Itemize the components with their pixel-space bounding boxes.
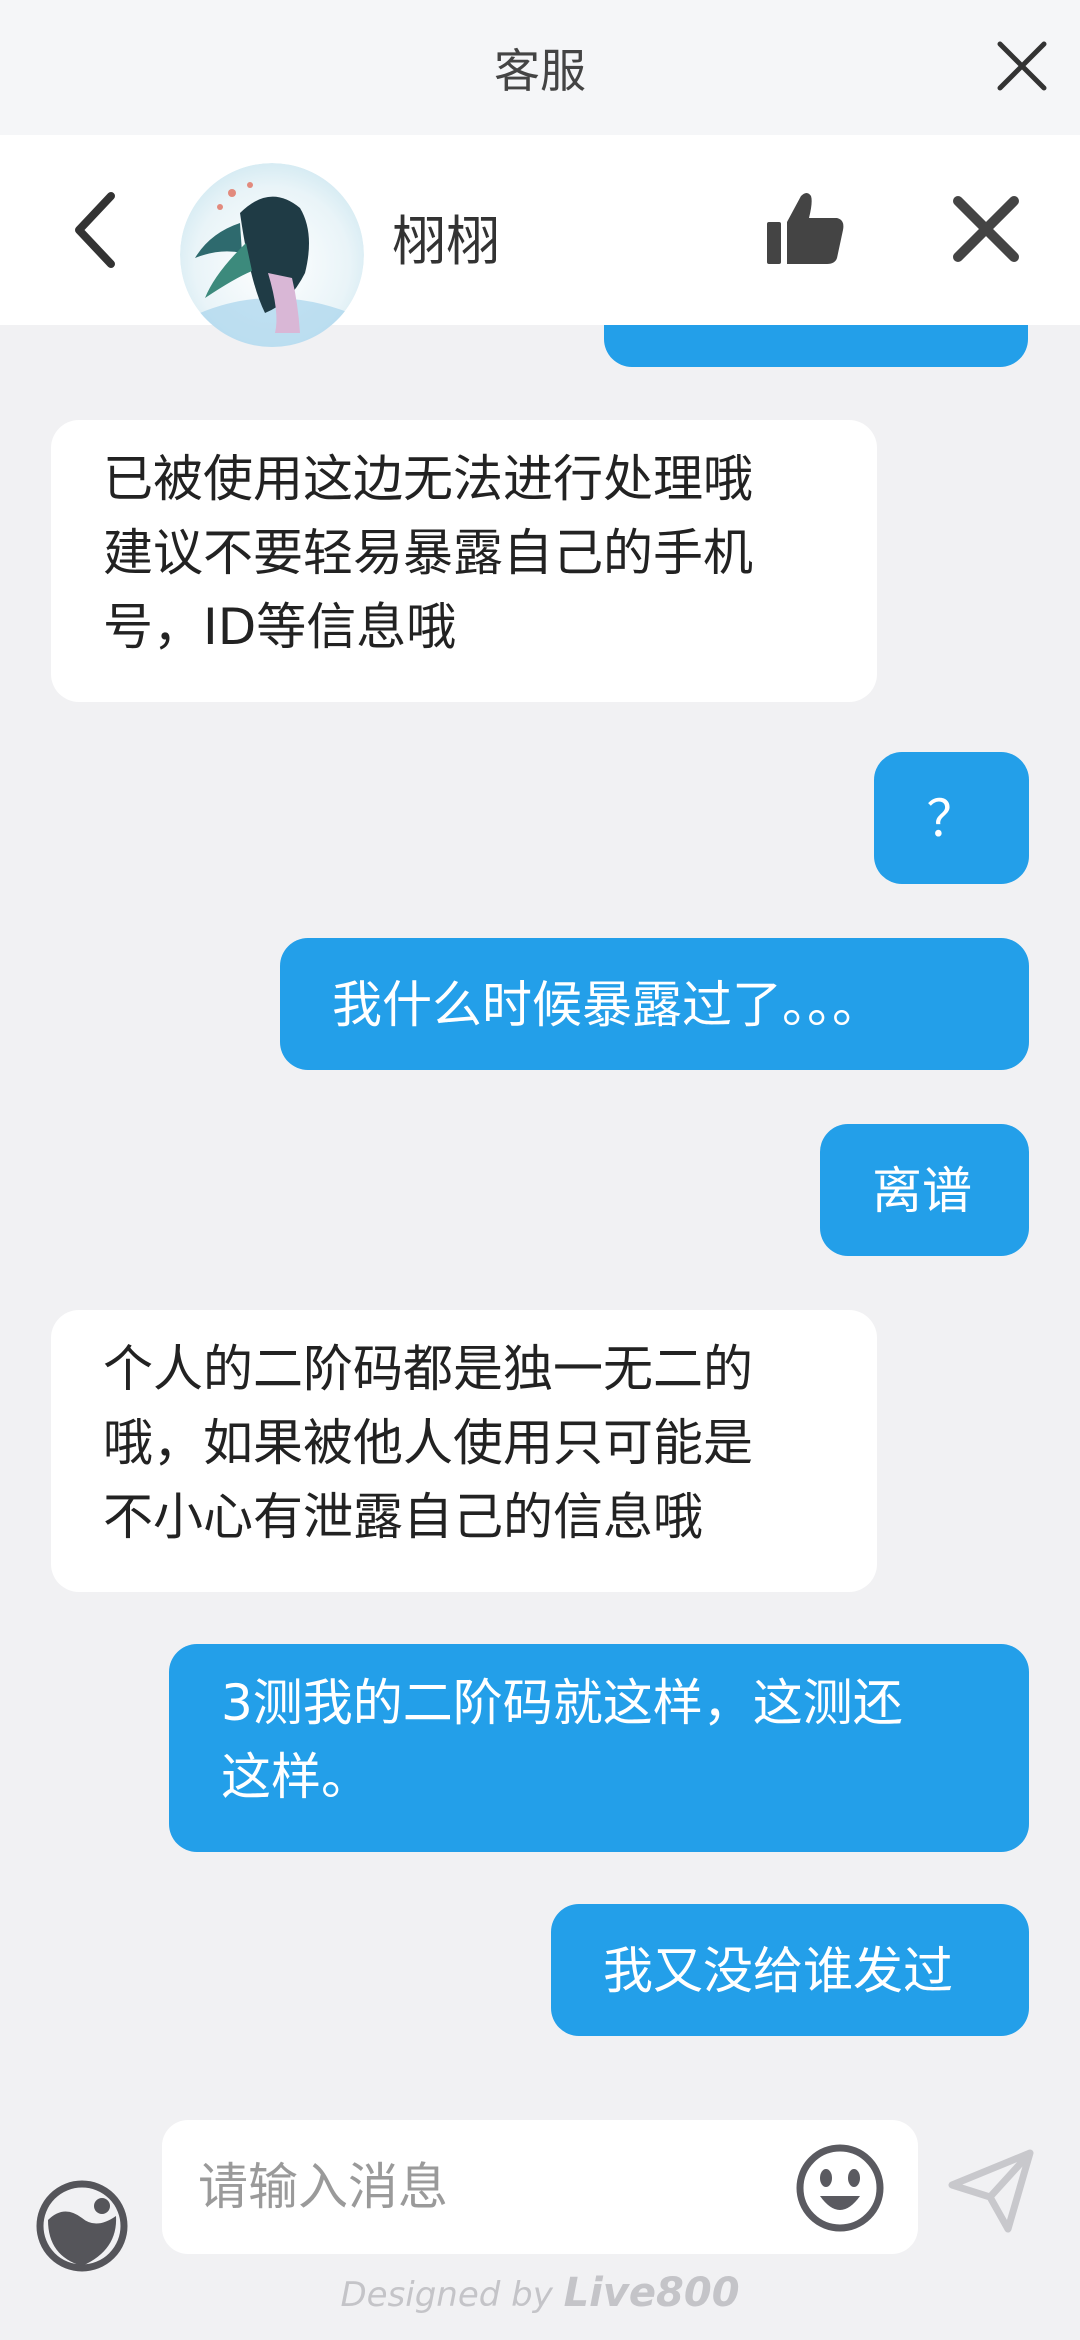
message-text: 个人的二阶码都是独一无二的 哦，如果被他人使用只可能是 不小心有泄露自己的信息哦 <box>103 1340 753 1546</box>
end-chat-button[interactable] <box>944 187 1028 271</box>
message-text: 离谱 <box>872 1162 972 1220</box>
message-bubble-incoming: 个人的二阶码都是独一无二的 哦，如果被他人使用只可能是 不小心有泄露自己的信息哦 <box>51 1310 877 1592</box>
top-bar: 客服 <box>0 0 1080 135</box>
close-window-button[interactable] <box>986 30 1058 102</box>
theme-toggle-icon <box>36 2180 128 2272</box>
emoji-button[interactable] <box>794 2142 886 2234</box>
message-bubble-outgoing: 离谱 <box>820 1124 1029 1256</box>
thumbs-up-icon <box>767 193 844 264</box>
close-icon <box>953 196 1019 262</box>
footer-brand: Live800 <box>563 2270 740 2316</box>
send-button[interactable] <box>946 2145 1036 2235</box>
message-bubble-incoming: 已被使用这边无法进行处理哦 建议不要轻易暴露自己的手机 号，ID等信息哦 <box>51 420 877 702</box>
chat-messages[interactable]: 已被使用这边无法进行处理哦 建议不要轻易暴露自己的手机 号，ID等信息哦 ？ 我… <box>0 325 1080 2070</box>
message-bubble-outgoing: 3测我的二阶码就这样，这测还 这样。 <box>169 1644 1029 1852</box>
page-title: 客服 <box>494 43 586 98</box>
message-text: 3测我的二阶码就这样，这测还 这样。 <box>221 1674 903 1806</box>
send-icon <box>948 2149 1034 2233</box>
theme-toggle-button[interactable] <box>36 2180 128 2272</box>
agent-header: 栩栩 <box>0 135 1080 347</box>
powered-by-footer: Designed by Live800 <box>0 2270 1080 2326</box>
message-input-box[interactable] <box>162 2120 918 2254</box>
message-bubble-outgoing: 我什么时候暴露过了。。。 <box>280 938 1029 1070</box>
emoji-icon <box>796 2144 884 2232</box>
close-icon <box>997 41 1047 91</box>
message-bubble-outgoing: ？ <box>874 752 1029 884</box>
message-input[interactable] <box>198 2150 758 2224</box>
message-bubble-outgoing: 我又没给谁发过 <box>551 1904 1029 2036</box>
message-text: 我又没给谁发过 <box>603 1942 953 2000</box>
like-button[interactable] <box>760 183 850 273</box>
message-bubble-outgoing <box>604 325 1028 367</box>
agent-name: 栩栩 <box>392 210 500 273</box>
message-text: ？ <box>926 790 977 848</box>
message-text: 已被使用这边无法进行处理哦 建议不要轻易暴露自己的手机 号，ID等信息哦 <box>103 450 753 656</box>
back-arrow-icon <box>75 192 115 268</box>
message-text: 我什么时候暴露过了。。。 <box>332 976 882 1034</box>
footer-prefix: Designed by <box>340 2275 553 2315</box>
back-button[interactable] <box>60 185 130 275</box>
agent-avatar <box>180 163 364 347</box>
